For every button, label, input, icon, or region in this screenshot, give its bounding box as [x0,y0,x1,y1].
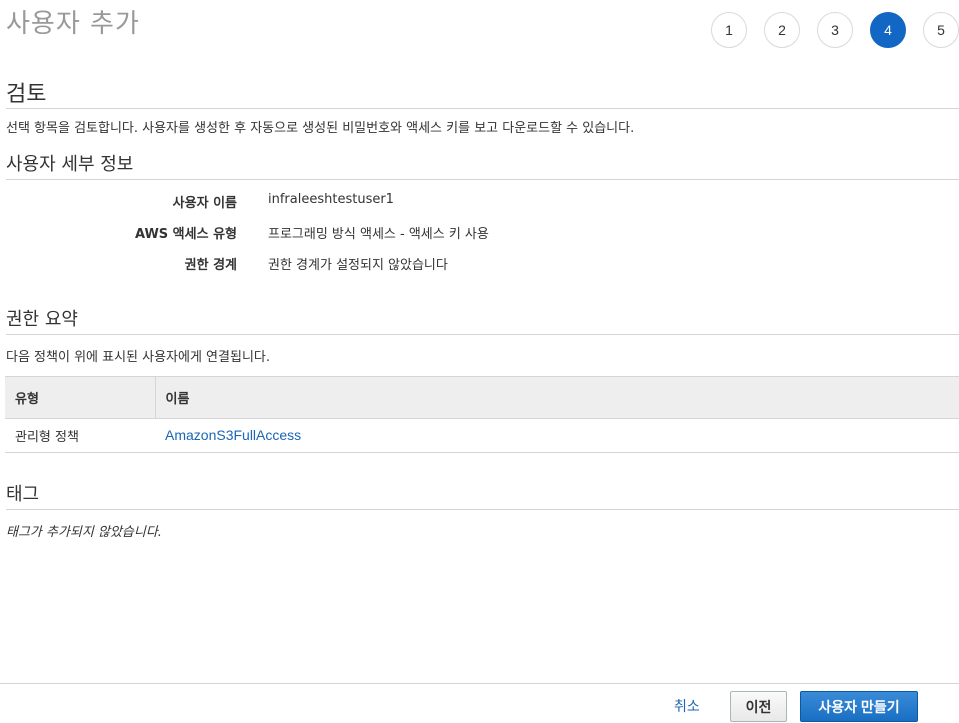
permission-boundary-value: 권한 경계가 설정되지 않았습니다 [268,258,448,273]
column-header-type[interactable]: 유형 [5,376,156,419]
policy-name-cell: AmazonS3FullAccess [155,418,959,453]
policy-link[interactable]: AmazonS3FullAccess [165,427,301,443]
permission-boundary-label: 권한 경계 [184,258,237,273]
review-description: 선택 항목을 검토합니다. 사용자를 생성한 후 자동으로 생성된 비밀번호와 … [6,121,635,136]
table-header-row: 유형 이름 [5,376,959,419]
permissions-divider [6,334,959,335]
previous-button[interactable]: 이전 [730,691,787,722]
step-1: 1 [711,12,747,48]
step-4-current: 4 [870,12,906,48]
user-details-divider [6,179,959,180]
step-3: 3 [817,12,853,48]
tags-divider [6,509,959,510]
permissions-summary-heading: 권한 요약 [6,309,78,330]
tags-empty-message: 태그가 추가되지 않았습니다. [6,525,162,540]
step-indicator: 1 2 3 4 5 [711,12,959,48]
permissions-table: 유형 이름 관리형 정책 AmazonS3FullAccess [5,376,959,453]
access-type-label: AWS 액세스 유형 [134,227,237,242]
cancel-button[interactable]: 취소 [674,696,700,716]
step-5: 5 [923,12,959,48]
column-header-name[interactable]: 이름 [155,376,959,419]
page-title: 사용자 추가 [6,9,140,39]
user-name-label: 사용자 이름 [172,196,237,211]
step-2: 2 [764,12,800,48]
tags-heading: 태그 [6,484,40,505]
table-row: 관리형 정책 AmazonS3FullAccess [5,418,959,453]
review-divider [6,108,959,109]
permissions-description: 다음 정책이 위에 표시된 사용자에게 연결됩니다. [6,350,270,365]
review-heading: 검토 [6,82,47,107]
access-type-value: 프로그래밍 방식 액세스 - 액세스 키 사용 [268,227,489,242]
user-name-value: infraleeshtestuser1 [268,192,394,207]
create-user-button[interactable]: 사용자 만들기 [800,691,918,722]
user-details-heading: 사용자 세부 정보 [6,154,134,175]
footer-divider [0,683,959,684]
policy-type-cell: 관리형 정책 [5,418,155,453]
